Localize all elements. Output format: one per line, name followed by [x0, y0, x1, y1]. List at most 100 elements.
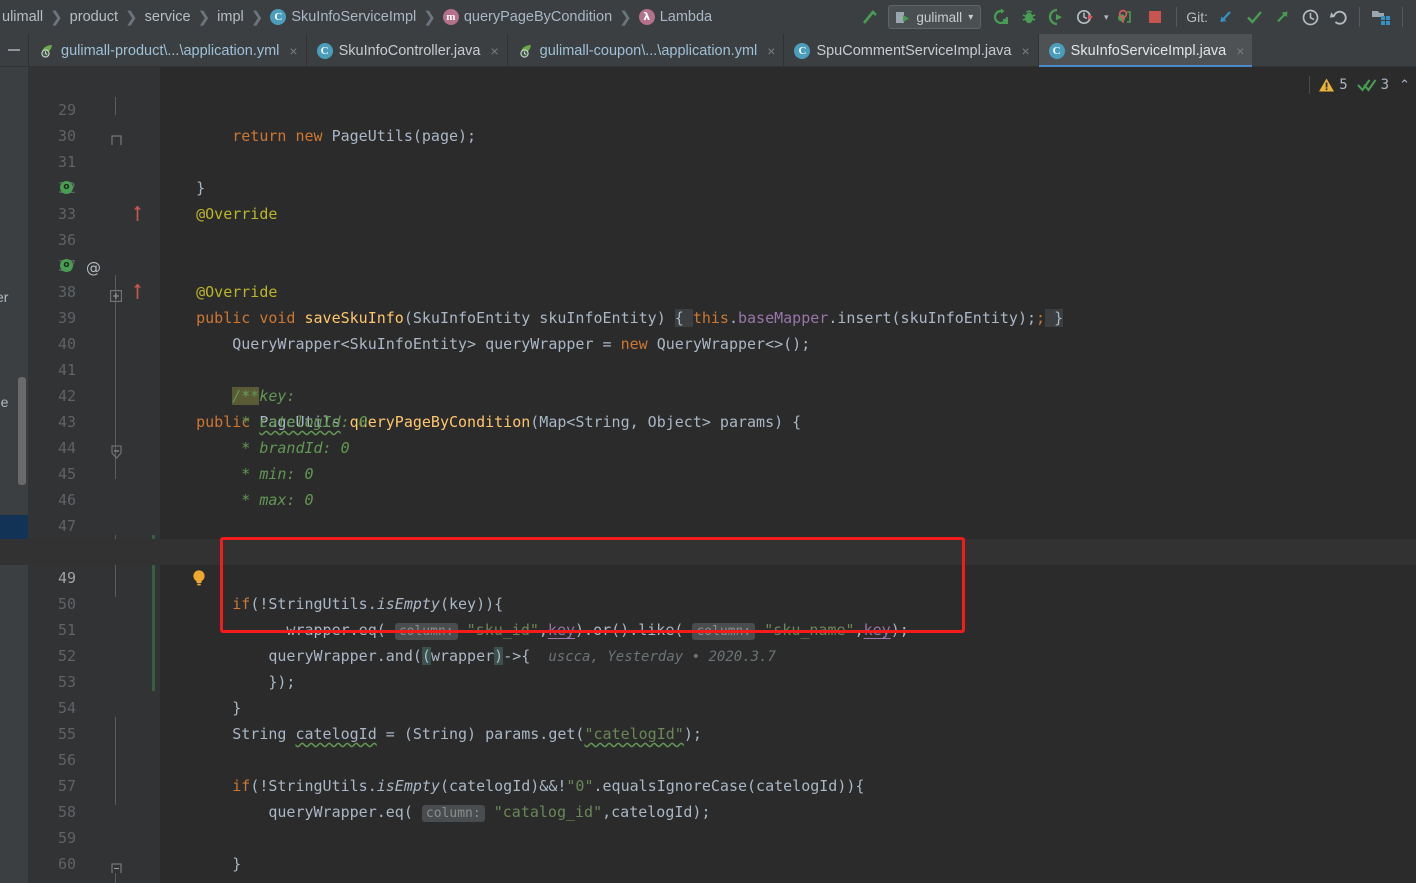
breadcrumb-item-product[interactable]: product [68, 0, 120, 34]
override-marker-icon[interactable]: o [60, 181, 73, 194]
breadcrumb-item-ulimall[interactable]: ulimall [0, 0, 45, 34]
breadcrumb-item-lambda[interactable]: λ Lambda [637, 0, 714, 34]
code-row[interactable]: 45 * max: 0 [0, 435, 1416, 509]
code-row[interactable]: 56 [0, 721, 1416, 769]
breadcrumb-label: Lambda [659, 9, 713, 25]
code-row[interactable]: 50 wrapper.eq( column: "sku_id",key).or(… [0, 565, 1416, 640]
editor-tab-bar: gulimall-product\...\application.yml × C… [0, 34, 1416, 67]
rerun-icon[interactable] [987, 4, 1015, 30]
breadcrumb-separator-icon: ❯ [423, 9, 436, 26]
close-icon[interactable]: × [763, 43, 775, 59]
tab-gulimall-product-application-yml[interactable]: gulimall-product\...\application.yml × [28, 34, 306, 67]
close-icon[interactable]: × [285, 43, 297, 59]
stop-icon[interactable] [1141, 4, 1169, 30]
method-icon: m [442, 9, 459, 25]
close-icon[interactable]: × [1232, 43, 1244, 59]
breadcrumb-label: service [144, 9, 191, 25]
breadcrumb-label: SkuInfoServiceImpl [291, 9, 417, 25]
java-class-icon: C [1048, 42, 1065, 59]
code-row[interactable]: 55 if(!StringUtils.isEmpty(catelogId)&&!… [0, 695, 1416, 795]
spring-yaml-icon [41, 44, 52, 58]
java-class-icon: C [794, 42, 811, 59]
project-structure-icon[interactable] [1367, 4, 1395, 30]
ok-count: 3 [1380, 77, 1390, 93]
code-row[interactable]: 36 [0, 201, 1416, 249]
code-row[interactable]: 54 String catelogId = (String) params.ge… [0, 669, 1416, 743]
inspection-widget[interactable]: 5 3 ⌃ [1309, 73, 1410, 97]
hammer-icon[interactable] [856, 4, 884, 30]
code-row[interactable]: 61 if(!StringUtils.isEmpty(brandId)&&!"0… [0, 851, 1416, 883]
profiler-dropdown-icon[interactable]: ▾ [1099, 4, 1113, 30]
code-row[interactable]: 43 * brandId: 0 [0, 383, 1416, 457]
code-row[interactable]: 42 * catelogId: 0 [0, 357, 1416, 431]
code-row[interactable]: 49 queryWrapper.and((wrapper)->{ uscca, … [0, 539, 1416, 665]
code-row[interactable]: 39 QueryWrapper<SkuInfoEntity> queryWrap… [0, 279, 1416, 353]
java-class-icon: C [316, 42, 333, 59]
code-row[interactable]: 29 return new PageUtils(page); [0, 71, 1416, 145]
code-row[interactable]: 44 * min: 0 [0, 409, 1416, 483]
tab-skuinfoserviceimpl-java[interactable]: C SkuInfoServiceImpl.java × [1037, 34, 1253, 67]
close-icon[interactable]: × [1017, 43, 1029, 59]
close-icon[interactable]: × [486, 43, 498, 59]
code-row[interactable]: 41 * key: [0, 331, 1416, 405]
class-icon: C [270, 9, 287, 25]
override-marker-icon[interactable]: o [60, 259, 73, 272]
debug-icon[interactable] [1015, 4, 1043, 30]
code-row[interactable]: 33 o public void saveSkuInfo(SkuInfoEnti… [0, 175, 1416, 327]
spring-yaml-icon [519, 44, 531, 58]
history-icon[interactable] [1296, 4, 1324, 30]
code-row[interactable]: 38 o @ public PageUtils queryPageByCondi… [0, 253, 1416, 459]
code-row[interactable]: 32 @Override [0, 149, 1416, 223]
code-row[interactable]: 48 if(!StringUtils.isEmpty(key)){ [0, 513, 1416, 613]
code-row[interactable]: 30 } [0, 97, 1416, 197]
code-row[interactable]: 57 queryWrapper.eq( column: "catalog_id"… [0, 747, 1416, 822]
code-editor[interactable]: oller rolle 5 3 ⌃ 29 return [0, 67, 1416, 883]
double-check-icon [1356, 79, 1377, 92]
toolbar-divider [1176, 7, 1178, 27]
code-row[interactable]: 52 } [0, 617, 1416, 717]
code-lines: 29 return new PageUtils(page); 30 } 31 3… [0, 67, 1416, 883]
toolbar-divider [1359, 7, 1360, 27]
commit-icon[interactable] [1240, 4, 1268, 30]
run-config-icon [896, 11, 910, 23]
breadcrumb-label: ulimall [2, 9, 44, 25]
breadcrumb-item-method[interactable]: m queryPageByCondition [441, 0, 614, 34]
breadcrumb-item-impl[interactable]: impl [215, 0, 246, 34]
breadcrumb-separator-icon: ❯ [197, 9, 211, 26]
attach-debugger-icon[interactable]: ● [1113, 4, 1141, 30]
line-number: 61 [28, 877, 76, 883]
tab-spucommentserviceimpl-java[interactable]: C SpuCommentServiceImpl.java × [783, 34, 1037, 67]
chevron-up-icon: ⌃ [1399, 77, 1410, 92]
collapse-icon[interactable] [0, 34, 28, 66]
breadcrumb-separator-icon: ❯ [50, 9, 63, 26]
code-row[interactable]: 51 }); [0, 591, 1416, 691]
top-toolbar: ulimall ❯ product ❯ service ❯ impl ❯ C S… [0, 0, 1416, 34]
chevron-down-icon: ▾ [968, 11, 974, 23]
code-row[interactable]: 37 @Override [0, 227, 1416, 301]
profiler-icon[interactable] [1071, 4, 1099, 30]
tab-label: SpuCommentServiceImpl.java [816, 42, 1012, 59]
at-marker-icon[interactable]: @ [86, 255, 101, 281]
tab-skuinfocontroller-java[interactable]: C SkuInfoController.java × [305, 34, 507, 67]
code-row[interactable]: 40 /** [0, 305, 1416, 563]
run-with-coverage-icon[interactable] [1043, 4, 1071, 30]
code-row[interactable]: 59 [0, 799, 1416, 847]
tab-label: gulimall-coupon\...\application.yml [539, 42, 758, 59]
breadcrumb-label: product [69, 9, 119, 25]
breadcrumb-item-class[interactable]: C SkuInfoServiceImpl [268, 0, 418, 34]
run-configuration-selector[interactable]: gulimall ▾ [888, 5, 982, 29]
update-project-icon[interactable] [1212, 4, 1240, 30]
code-row[interactable]: 60 String brandId = (String) params.get(… [0, 825, 1416, 883]
code-row[interactable]: 31 [0, 123, 1416, 171]
code-row[interactable]: 47 String key = (String) params.get("key… [0, 487, 1416, 561]
code-row[interactable]: 53 [0, 643, 1416, 691]
code-row[interactable]: 46 */ [0, 461, 1416, 873]
breadcrumb-item-service[interactable]: service [143, 0, 193, 34]
warning-triangle-icon [1319, 78, 1335, 92]
code-row[interactable]: 58 } [0, 773, 1416, 873]
push-icon[interactable] [1268, 4, 1296, 30]
tab-gulimall-coupon-application-yml[interactable]: gulimall-coupon\...\application.yml × [506, 34, 784, 67]
warning-count: 5 [1339, 77, 1348, 93]
rollback-icon[interactable] [1324, 4, 1352, 30]
breadcrumb: ulimall ❯ product ❯ service ❯ impl ❯ C S… [0, 0, 714, 34]
